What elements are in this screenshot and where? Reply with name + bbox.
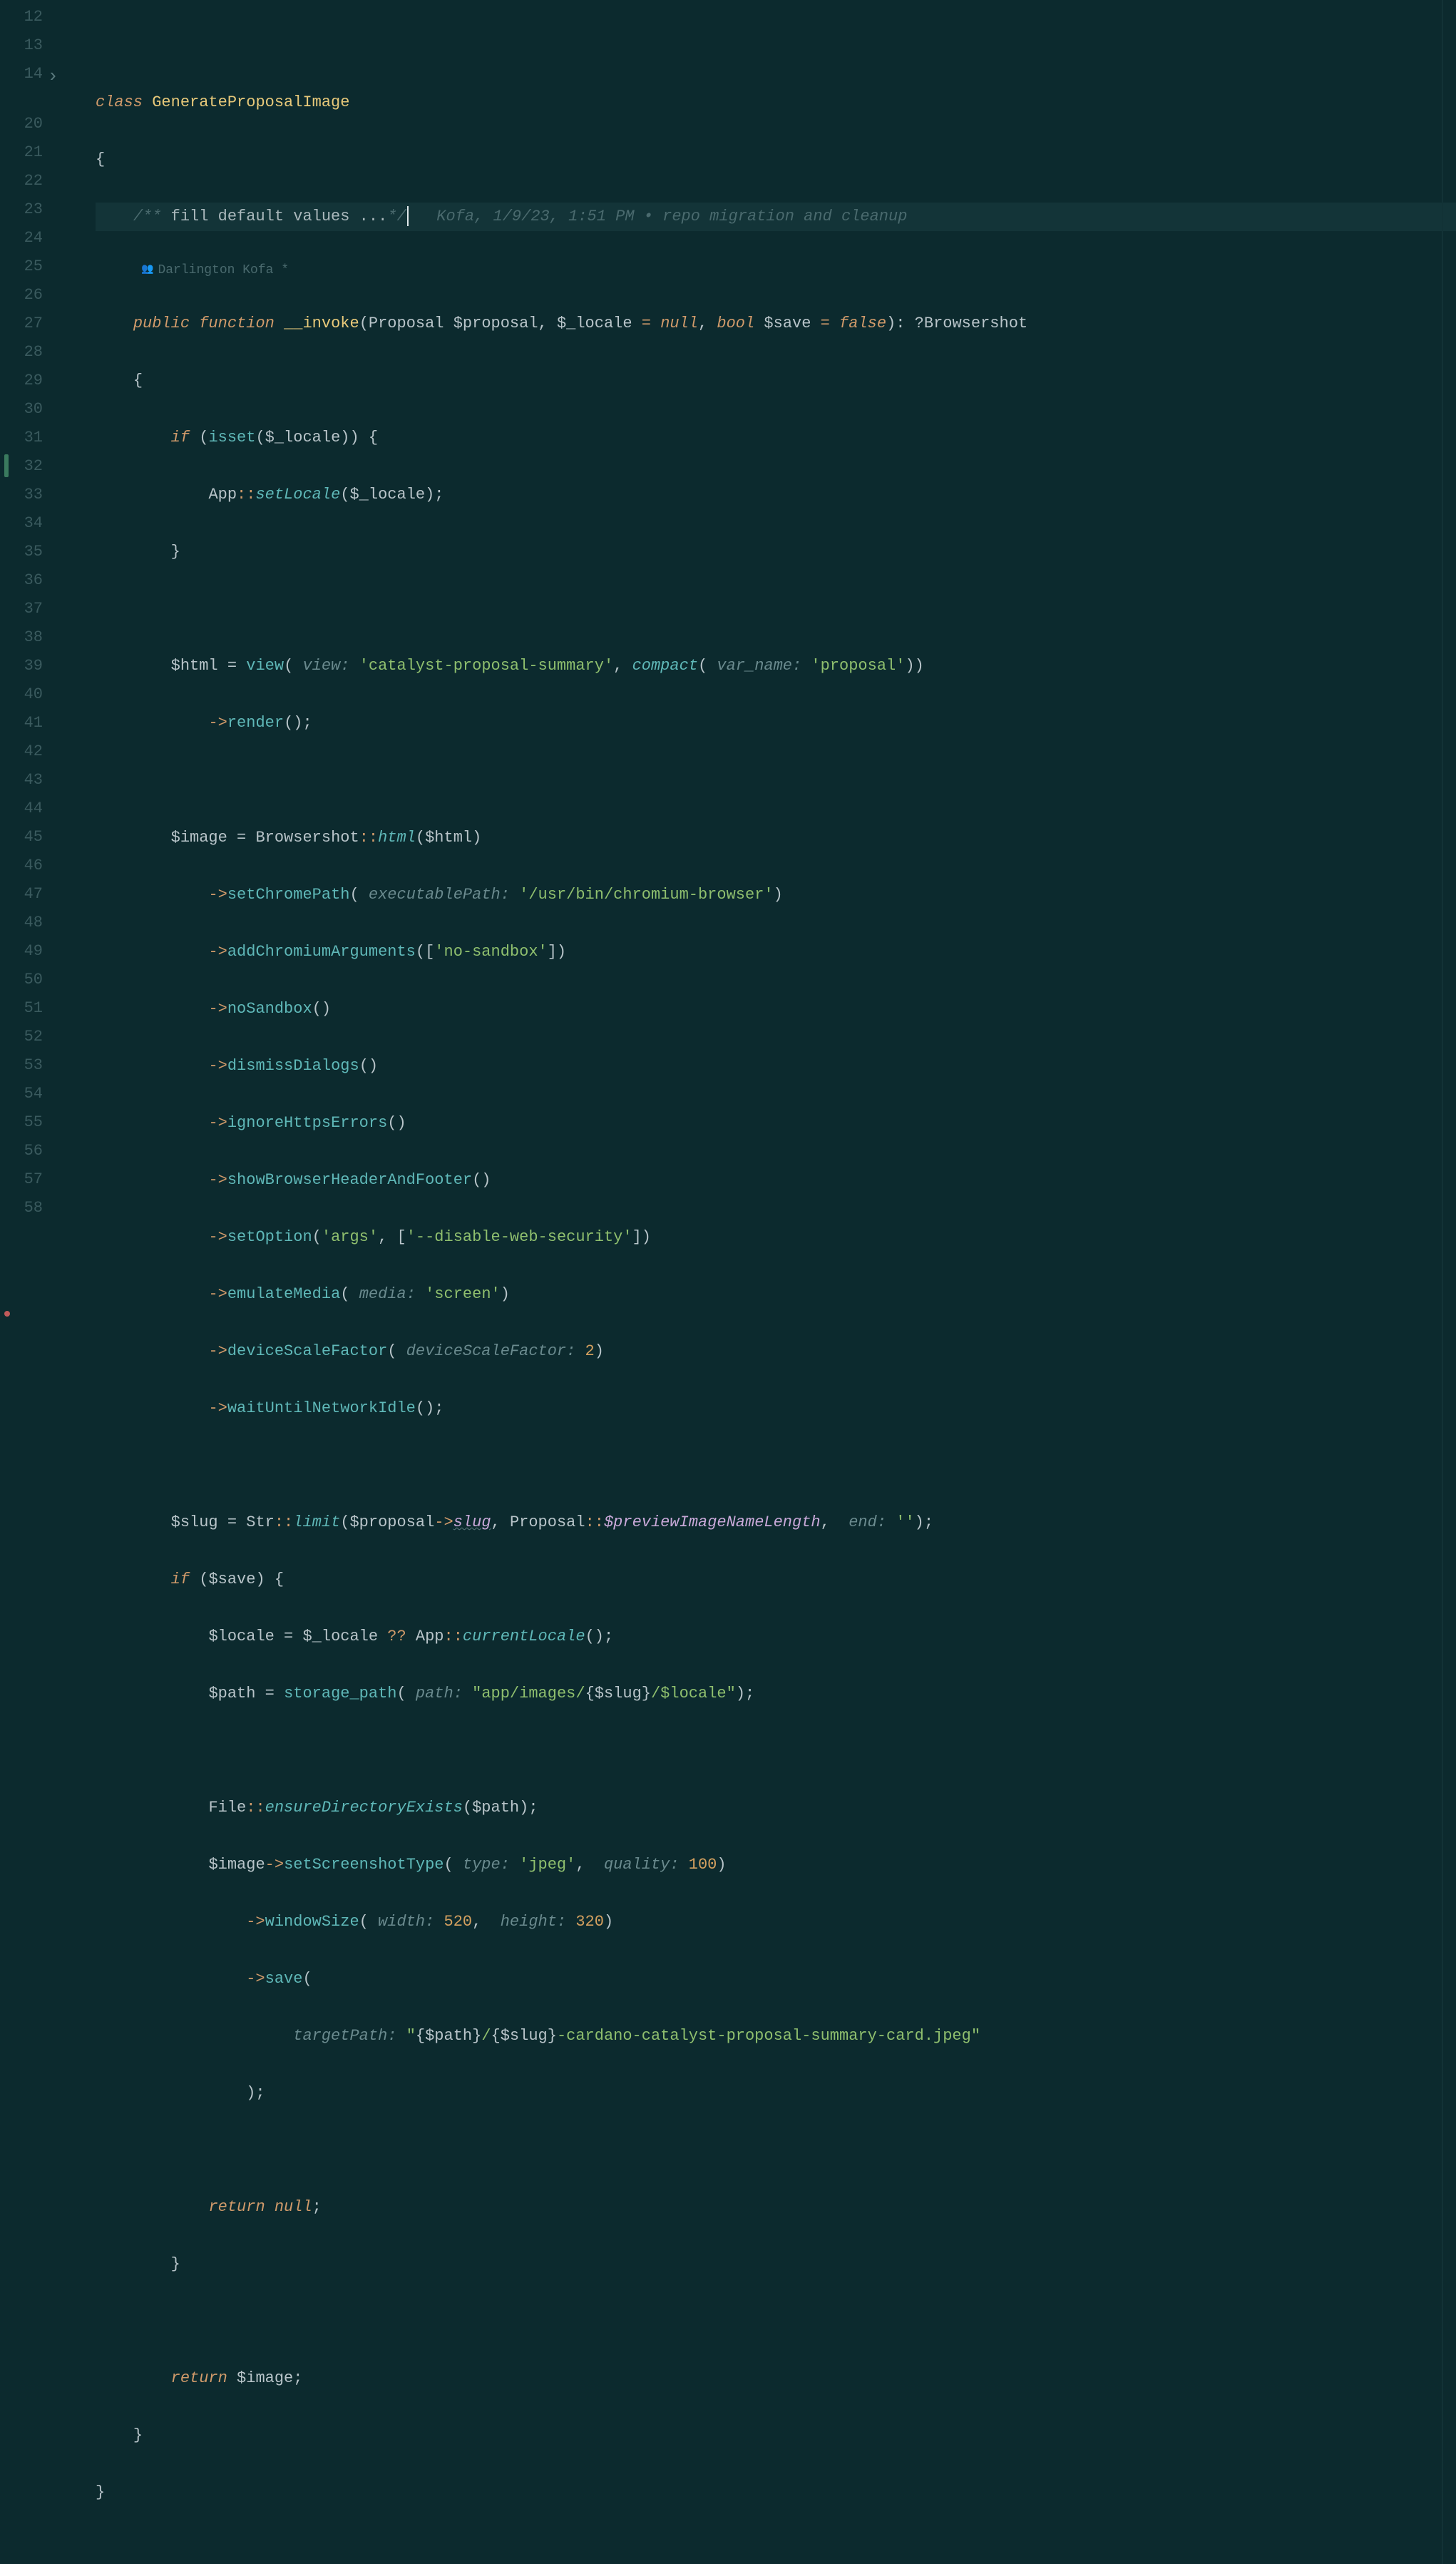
line-number: 55 (0, 1108, 43, 1137)
code-line[interactable]: } (96, 2478, 1456, 2507)
line-number: 28 (0, 338, 43, 367)
code-line[interactable]: { (96, 145, 1456, 174)
code-line[interactable]: ->noSandbox() (96, 995, 1456, 1023)
line-number: 21 (0, 138, 43, 167)
code-line[interactable]: return $image; (96, 2364, 1456, 2393)
code-line[interactable] (96, 2307, 1456, 2336)
code-line[interactable]: $path = storage_path( path: "app/images/… (96, 1680, 1456, 1708)
code-editor: 12 13 14 20 21 22 23 24 25 26 27 28 29 3… (0, 0, 1456, 2564)
code-line[interactable]: ->save( (96, 1965, 1456, 1993)
line-number: 20 (0, 110, 43, 138)
code-line[interactable]: { (96, 367, 1456, 395)
line-number: 23 (0, 195, 43, 224)
line-number-fold[interactable]: 14 (0, 60, 43, 88)
code-line[interactable] (96, 1451, 1456, 1480)
git-blame-annotation: Kofa, 1/9/23, 1:51 PM • repo migration a… (436, 208, 907, 225)
code-area[interactable]: class GenerateProposalImage { /** fill d… (64, 0, 1456, 2564)
line-number: 26 (0, 281, 43, 310)
line-number: 43 (0, 766, 43, 795)
code-line[interactable]: $locale = $_locale ?? App::currentLocale… (96, 1623, 1456, 1651)
code-line[interactable]: $slug = Str::limit($proposal->slug, Prop… (96, 1508, 1456, 1537)
line-number: 39 (0, 652, 43, 680)
line-number: 37 (0, 595, 43, 623)
code-line[interactable]: targetPath: "{$path}/{$slug}-cardano-cat… (96, 2022, 1456, 2050)
code-line[interactable]: ->setChromePath( executablePath: '/usr/b… (96, 881, 1456, 909)
code-line[interactable]: class GenerateProposalImage (96, 88, 1456, 117)
line-number: 33 (0, 481, 43, 509)
line-number: 49 (0, 937, 43, 966)
vcs-mark (4, 454, 9, 477)
code-line[interactable]: $image = Browsershot::html($html) (96, 824, 1456, 852)
code-line[interactable] (96, 1737, 1456, 1765)
line-number: 38 (0, 623, 43, 652)
line-number: 47 (0, 880, 43, 909)
line-number: 46 (0, 852, 43, 880)
line-number: 13 (0, 31, 43, 60)
code-line[interactable]: /** fill default values ...*/ Kofa, 1/9/… (96, 203, 1456, 231)
line-number: 24 (0, 224, 43, 252)
line-number: 31 (0, 424, 43, 452)
code-line[interactable] (96, 595, 1456, 623)
code-line[interactable]: File::ensureDirectoryExists($path); (96, 1794, 1456, 1822)
line-number: 57 (0, 1165, 43, 1194)
line-number: 41 (0, 709, 43, 737)
code-line[interactable]: return null; (96, 2193, 1456, 2222)
code-line[interactable]: App::setLocale($_locale); (96, 481, 1456, 509)
line-number: 58 (0, 1194, 43, 1222)
code-line[interactable]: if (isset($_locale)) { (96, 424, 1456, 452)
line-spacer (0, 88, 43, 110)
line-number: 56 (0, 1137, 43, 1165)
code-line[interactable]: ->addChromiumArguments(['no-sandbox']) (96, 938, 1456, 966)
code-line[interactable]: $html = view( view: 'catalyst-proposal-s… (96, 652, 1456, 680)
right-margin-guide (1442, 0, 1443, 2564)
code-author-hint: 👥Darlington Kofa * (96, 260, 1456, 281)
line-number: 52 (0, 1023, 43, 1051)
line-number: 30 (0, 395, 43, 424)
code-line[interactable]: ->setOption('args', ['--disable-web-secu… (96, 1223, 1456, 1252)
code-line[interactable]: ->deviceScaleFactor( deviceScaleFactor: … (96, 1337, 1456, 1366)
code-line[interactable] (96, 766, 1456, 795)
line-number: 36 (0, 566, 43, 595)
error-mark (4, 1311, 10, 1317)
code-line[interactable]: ->dismissDialogs() (96, 1052, 1456, 1081)
line-number: 35 (0, 538, 43, 566)
line-number: 45 (0, 823, 43, 852)
code-line[interactable]: ); (96, 2079, 1456, 2108)
line-number: 27 (0, 310, 43, 338)
line-number: 34 (0, 509, 43, 538)
line-number: 25 (0, 252, 43, 281)
code-line[interactable]: ->emulateMedia( media: 'screen') (96, 1280, 1456, 1309)
line-number: 54 (0, 1080, 43, 1108)
line-number: 22 (0, 167, 43, 195)
line-number: 44 (0, 795, 43, 823)
code-line[interactable]: ->showBrowserHeaderAndFooter() (96, 1166, 1456, 1195)
line-number: 40 (0, 680, 43, 709)
code-line[interactable]: ->render(); (96, 709, 1456, 737)
code-line[interactable] (96, 2136, 1456, 2165)
line-number: 12 (0, 3, 43, 31)
author-icon: 👥 (141, 261, 153, 279)
line-number: 48 (0, 909, 43, 937)
code-line[interactable]: } (96, 538, 1456, 566)
code-line[interactable]: public function __invoke(Proposal $propo… (96, 310, 1456, 338)
line-number: 51 (0, 994, 43, 1023)
line-gutter: 12 13 14 20 21 22 23 24 25 26 27 28 29 3… (0, 0, 64, 2564)
code-line[interactable]: if ($save) { (96, 1566, 1456, 1594)
code-line[interactable]: ->waitUntilNetworkIdle(); (96, 1394, 1456, 1423)
code-line[interactable]: } (96, 2250, 1456, 2279)
line-number: 53 (0, 1051, 43, 1080)
code-line[interactable]: ->ignoreHttpsErrors() (96, 1109, 1456, 1138)
text-cursor (407, 206, 409, 226)
line-number: 50 (0, 966, 43, 994)
line-number: 42 (0, 737, 43, 766)
code-line[interactable]: ->windowSize( width: 520, height: 320) (96, 1908, 1456, 1936)
code-line[interactable]: $image->setScreenshotType( type: 'jpeg',… (96, 1851, 1456, 1879)
code-line[interactable]: } (96, 2421, 1456, 2450)
line-number: 29 (0, 367, 43, 395)
